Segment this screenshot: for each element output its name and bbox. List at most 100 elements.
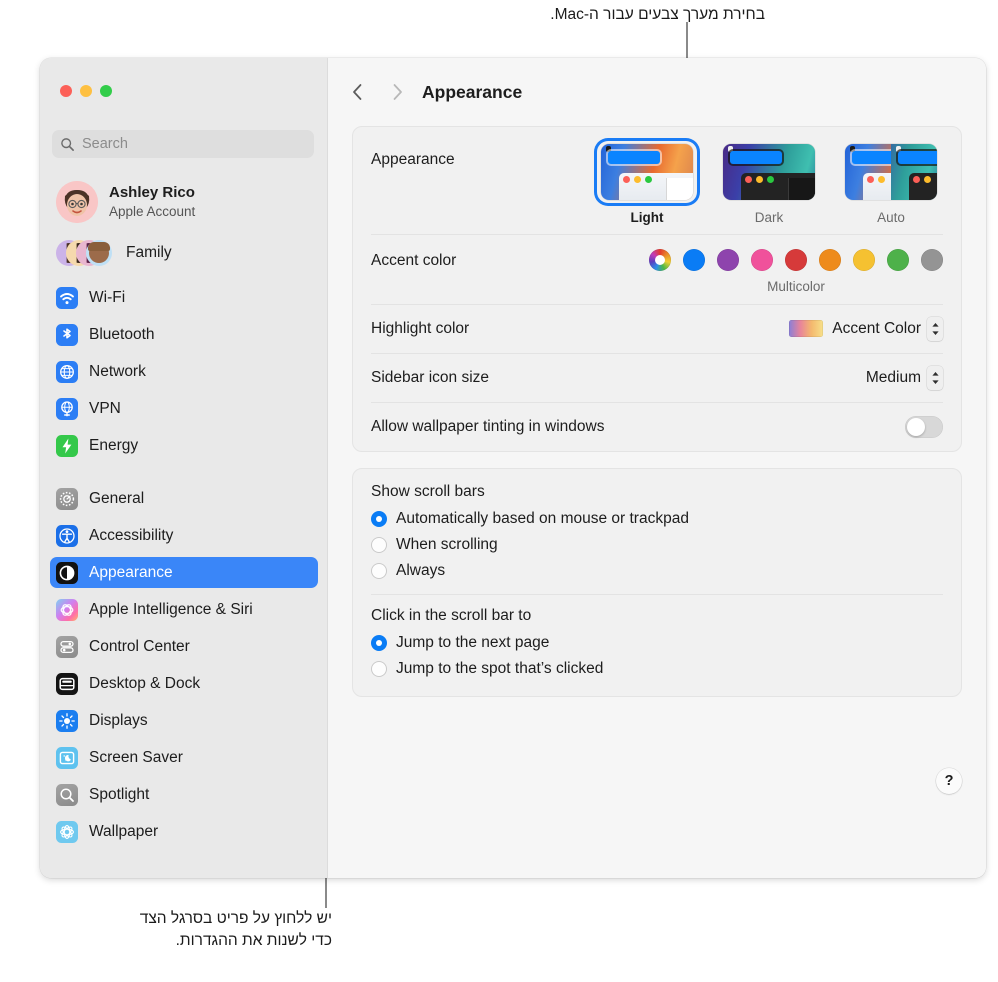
highlight-color-row: Highlight color Accent Color [353,304,961,353]
accent-swatch-yellow[interactable] [853,249,875,271]
highlight-color-popup-button[interactable] [927,316,943,341]
radio-label: Jump to the spot that’s clicked [396,660,604,677]
sidebar-item-desktop-dock[interactable]: Desktop & Dock [50,668,318,699]
sidebar-item-displays[interactable]: Displays [50,705,318,736]
accent-swatch-graphite[interactable] [921,249,943,271]
toolbar: Appearance [328,58,986,126]
search-input[interactable]: Search [52,130,314,158]
sidebar-item-wallpaper[interactable]: Wallpaper [50,816,318,847]
page-title: Appearance [422,81,523,102]
sidebar-item-accessibility[interactable]: Accessibility [50,520,318,551]
sidebar-icon-size-value: Medium [865,368,921,386]
accent-swatch-multicolor[interactable] [649,249,671,271]
close-button[interactable] [60,85,72,97]
gear-icon [56,487,78,510]
zoom-button[interactable] [100,85,112,97]
search-icon [61,137,74,151]
account-name: Ashley Rico [109,183,195,201]
sidebar-item-network[interactable]: Network [50,356,318,387]
wallpaper-tinting-row: Allow wallpaper tinting in windows [353,402,961,451]
sidebar-item-general[interactable]: General [50,483,318,514]
sidebar-item-label: Displays [89,711,148,729]
highlight-color-value: Accent Color [832,319,921,337]
spotlight-icon [56,783,78,806]
theme-label: Dark [754,210,784,225]
sidebar-item-apple-intelligence-siri[interactable]: Apple Intelligence & Siri [50,594,318,625]
accent-color-swatches [649,249,943,271]
sidebar-item-label: Spotlight [89,785,150,803]
sidebar-item-screen-saver[interactable]: Screen Saver [50,742,318,773]
accent-swatch-purple[interactable] [717,249,739,271]
family-avatars [56,240,114,266]
radio-button[interactable] [371,511,387,527]
radio-button[interactable] [371,537,387,553]
account-subtitle: Apple Account [109,203,196,219]
radio-button[interactable] [371,635,387,651]
wallpaper-tinting-toggle[interactable] [905,415,943,438]
sidebar: Search Ashley Rico Apple Account Family … [40,58,328,878]
sidebar-item-label: VPN [89,399,121,417]
radio-option-automatic[interactable]: Automatically based on mouse or trackpad [353,506,961,532]
scroll-bars-card: Show scroll bars Automatically based on … [352,468,962,697]
bluetooth-icon [56,323,78,346]
sidebar-item-appearance[interactable]: Appearance [50,557,318,588]
network-icon [56,360,78,383]
sidebar-item-control-center[interactable]: Control Center [50,631,318,662]
theme-thumbnail-light [601,144,693,200]
radio-option-next-page[interactable]: Jump to the next page [353,630,961,656]
sidebar-icon-size-popup-button[interactable] [927,365,943,390]
minimize-button[interactable] [80,85,92,97]
radio-button[interactable] [371,661,387,677]
appearance-row: Appearance Light Dark Auto [353,127,961,234]
sidebar-item-vpn[interactable]: VPN [50,393,318,424]
family-label: Family [126,244,172,261]
section-divider [371,594,943,595]
sidebar-item-wi-fi[interactable]: Wi-Fi [50,282,318,313]
sidebar-icon-size-label: Sidebar icon size [371,368,490,386]
chevron-up-down-icon [931,371,939,384]
sidebar-item-bluetooth[interactable]: Bluetooth [50,319,318,350]
annotation-top: בחירת מערך צבעים עבור ה-Mac. [550,6,765,23]
theme-option-dark[interactable]: Dark [719,141,819,225]
accent-swatch-blue[interactable] [683,249,705,271]
forward-button[interactable] [384,79,410,105]
system-settings-window: Search Ashley Rico Apple Account Family … [40,58,986,878]
sidebar-group-divider [50,467,318,483]
theme-label: Auto [877,210,905,225]
accent-swatch-red[interactable] [785,249,807,271]
sidebar-item-label: Wi-Fi [89,288,126,306]
accessibility-icon [56,524,78,547]
energy-icon [56,434,78,457]
accent-swatch-orange[interactable] [819,249,841,271]
siri-icon [56,598,78,621]
show-scroll-bars-label: Show scroll bars [371,483,485,500]
sidebar-item-label: Screen Saver [89,748,183,766]
theme-option-auto[interactable]: Auto [841,141,941,225]
sidebar-item-apple-account[interactable]: Ashley Rico Apple Account [50,176,318,228]
theme-option-light[interactable]: Light [597,141,697,225]
sidebar-item-energy[interactable]: Energy [50,430,318,461]
help-button[interactable]: ? [936,768,962,794]
accent-color-row: Accent color Multicolor [353,234,961,304]
accent-swatch-green[interactable] [887,249,909,271]
chevron-up-down-icon [931,322,939,335]
back-button[interactable] [344,79,370,105]
annotation-bottom: יש ללחוץ על פריט בסרגל הצד כדי לשנות את … [139,910,332,950]
sidebar-item-family[interactable]: Family [50,236,318,270]
sidebar-item-label: Wallpaper [89,822,159,840]
radio-label: Automatically based on mouse or trackpad [396,510,689,527]
theme-label: Light [630,210,664,225]
wallpaper-tinting-label: Allow wallpaper tinting in windows [371,417,605,435]
accent-swatch-pink[interactable] [751,249,773,271]
avatar [56,181,98,223]
radio-option-spot-clicked[interactable]: Jump to the spot that’s clicked [353,656,961,682]
sidebar-nav: Wi-Fi Bluetooth Network VPN Energy Gener… [50,282,318,853]
radio-option-always[interactable]: Always [353,558,961,584]
radio-button[interactable] [371,563,387,579]
window-controls [60,85,112,97]
highlight-color-label: Highlight color [371,319,470,337]
sidebar-item-spotlight[interactable]: Spotlight [50,779,318,810]
radio-label: Jump to the next page [396,634,550,651]
radio-option-when-scrolling[interactable]: When scrolling [353,532,961,558]
highlight-color-swatch [789,320,824,337]
